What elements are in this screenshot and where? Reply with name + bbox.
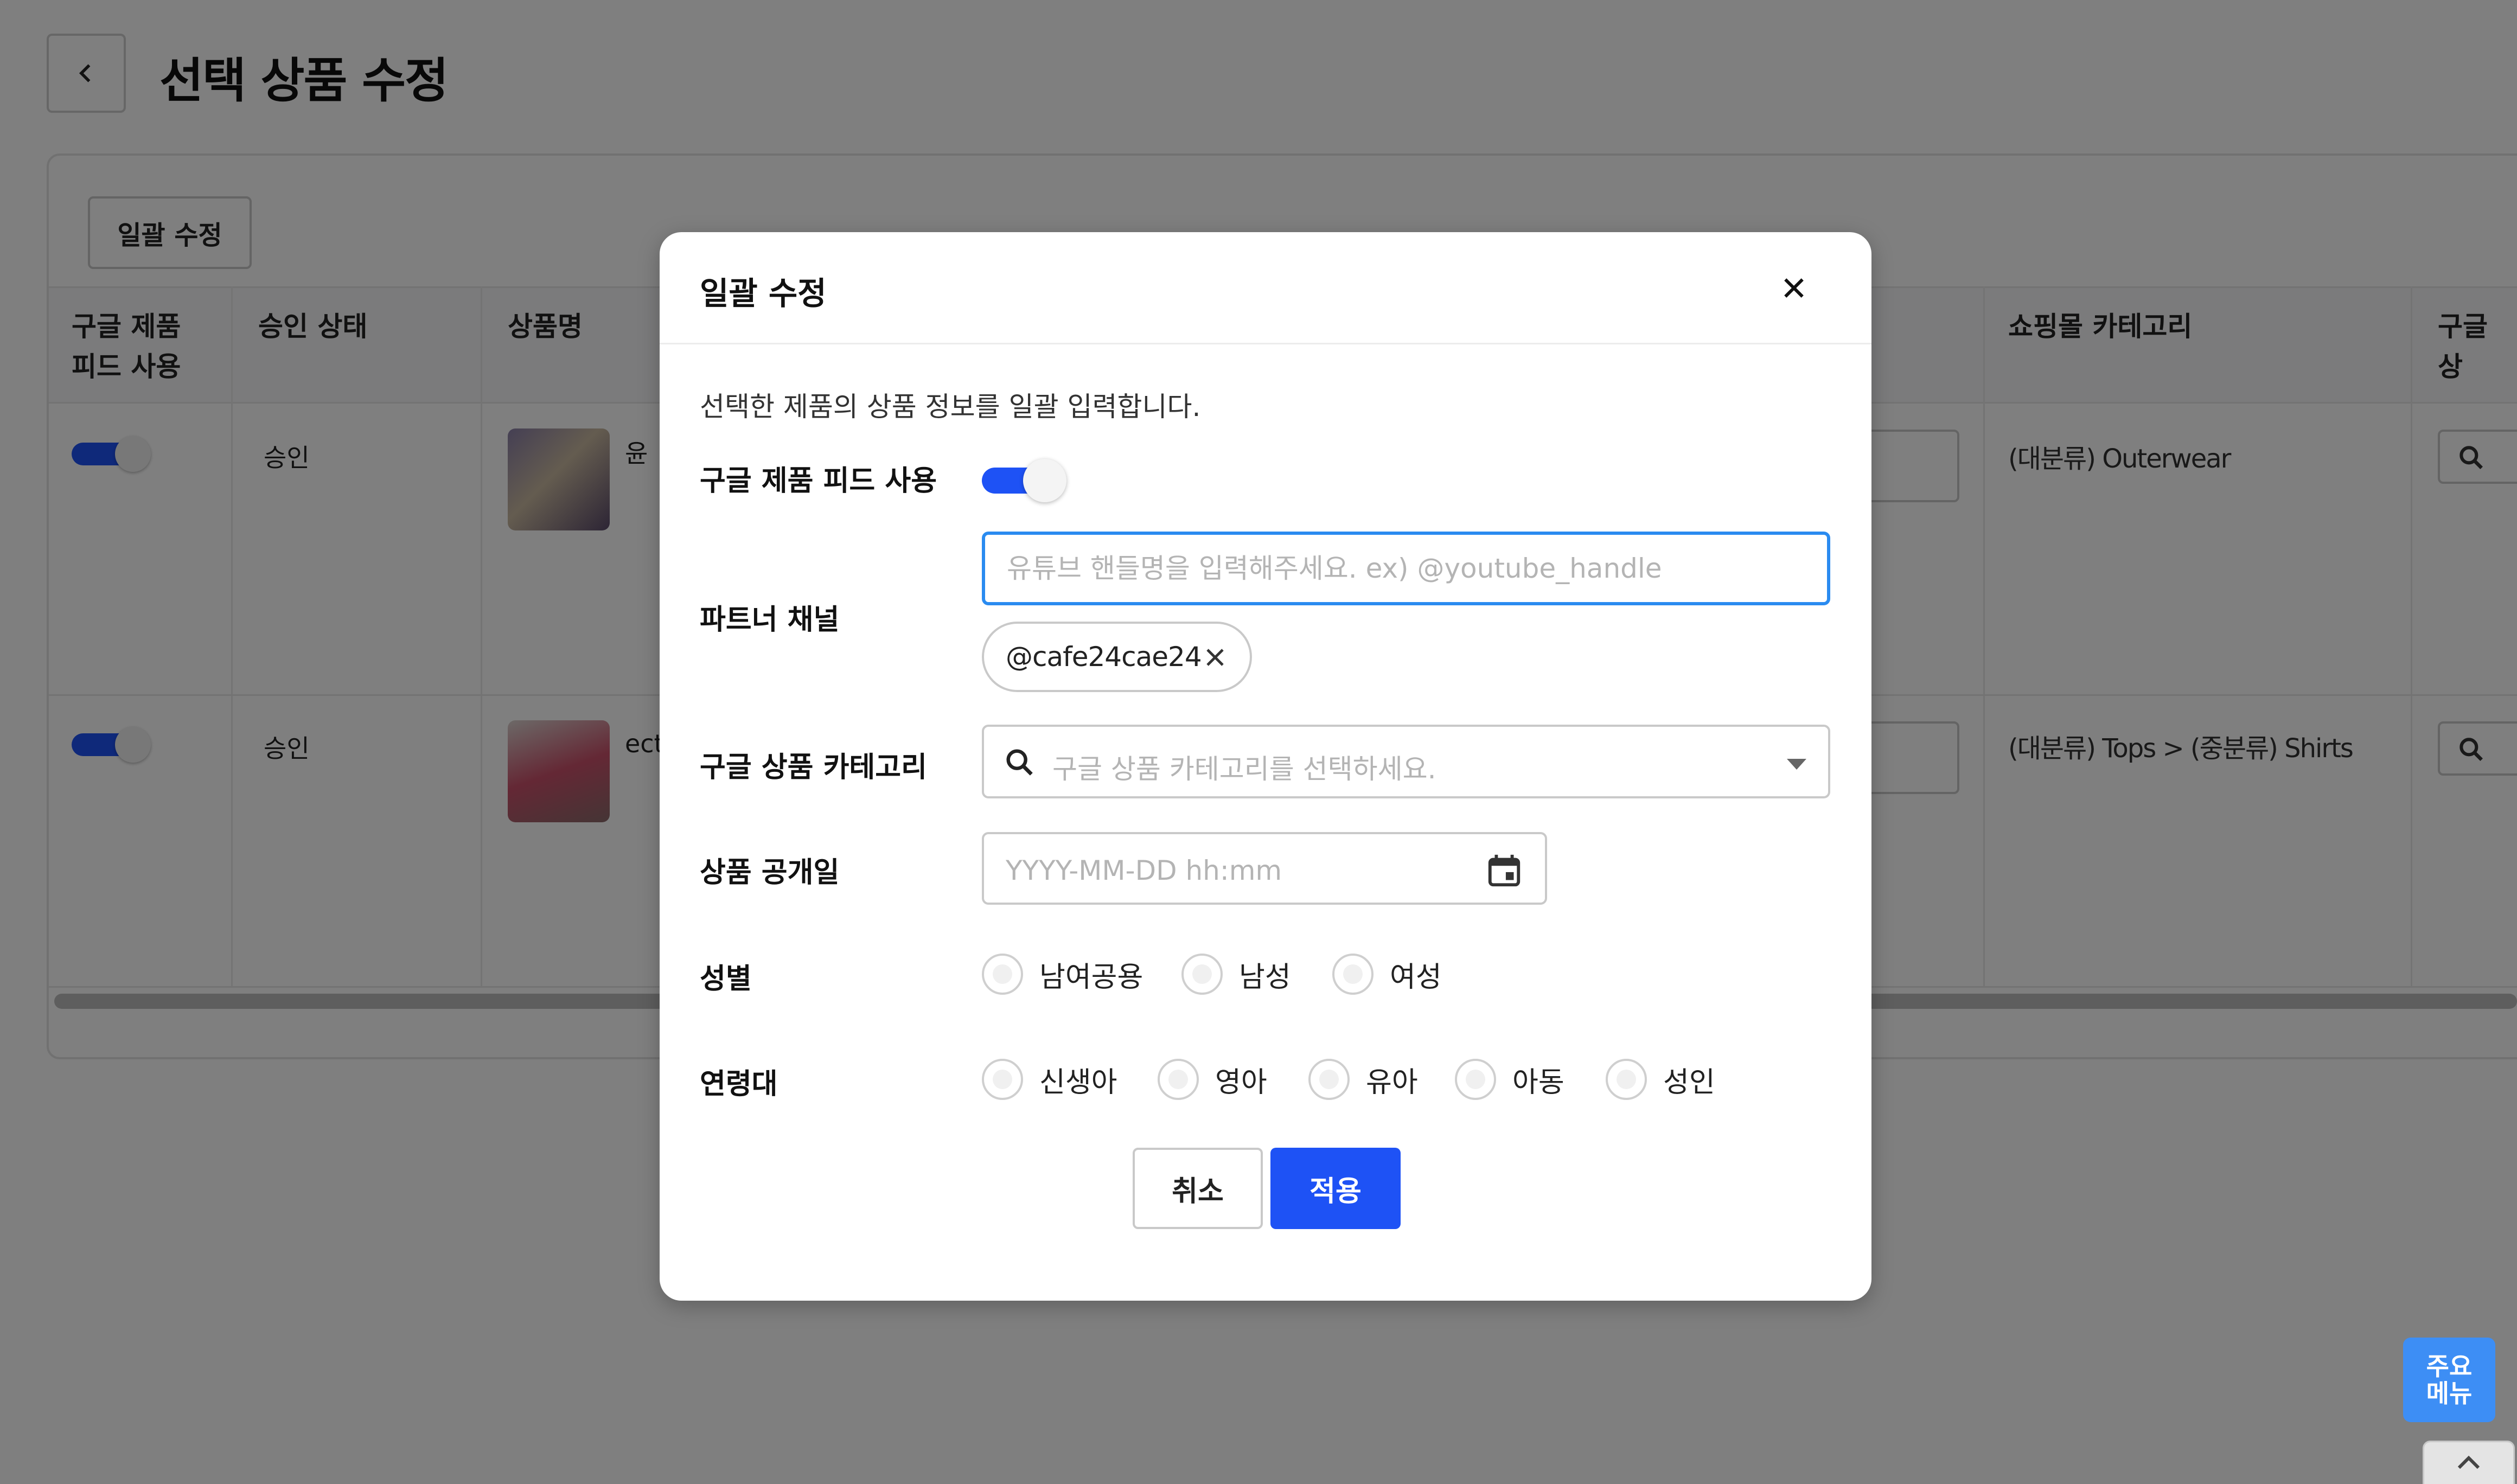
close-icon xyxy=(1206,649,1224,666)
modal-divider xyxy=(660,343,1871,344)
release-date-input[interactable]: YYYY-MM-DD hh:mm xyxy=(982,832,1547,905)
scroll-to-top-button[interactable] xyxy=(2423,1441,2515,1484)
partner-channel-label: 파트너 채널 xyxy=(700,604,840,636)
radio-label: 남성 xyxy=(1239,961,1291,994)
main-menu-button[interactable]: 주요 메뉴 xyxy=(2403,1338,2495,1422)
google-category-select[interactable]: 구글 상품 카테고리를 선택하세요. xyxy=(982,725,1830,798)
google-category-placeholder: 구글 상품 카테고리를 선택하세요. xyxy=(1052,753,1436,785)
age-radio-infant[interactable]: 영아 xyxy=(1158,1058,1267,1101)
modal-description: 선택한 제품의 상품 정보를 일괄 입력합니다. xyxy=(700,391,1201,423)
radio-label: 아동 xyxy=(1512,1066,1564,1099)
radio-label: 성인 xyxy=(1663,1066,1715,1099)
age-radio-toddler[interactable]: 유아 xyxy=(1308,1058,1418,1101)
radio-label: 신생아 xyxy=(1039,1066,1117,1099)
close-button[interactable] xyxy=(1775,269,1813,307)
age-radio-newborn[interactable]: 신생아 xyxy=(982,1058,1117,1101)
gender-label: 성별 xyxy=(700,963,752,995)
gender-radio-female[interactable]: 여성 xyxy=(1332,952,1442,996)
radio-label: 남여공용 xyxy=(1039,961,1143,994)
age-radio-adult[interactable]: 성인 xyxy=(1606,1058,1715,1101)
radio-label: 여성 xyxy=(1390,961,1442,994)
main-menu-label-line1: 주요 xyxy=(2426,1352,2473,1381)
radio-label: 유아 xyxy=(1366,1066,1418,1099)
gender-radio-male[interactable]: 남성 xyxy=(1181,952,1291,996)
radio-label: 영아 xyxy=(1215,1066,1267,1099)
search-icon xyxy=(1006,749,1033,776)
calendar-icon[interactable] xyxy=(1485,852,1523,890)
partner-channel-input[interactable] xyxy=(982,532,1830,605)
close-icon xyxy=(1784,278,1804,298)
age-radio-kids[interactable]: 아동 xyxy=(1455,1058,1564,1101)
partner-channel-chip: @cafe24cae24 xyxy=(982,622,1252,692)
chip-remove-button[interactable] xyxy=(1200,642,1230,673)
modal-title: 일괄 수정 xyxy=(700,275,827,312)
chip-label: @cafe24cae24 xyxy=(1006,641,1202,673)
age-group-label: 연령대 xyxy=(700,1068,778,1101)
apply-button[interactable]: 적용 xyxy=(1270,1148,1401,1229)
feed-use-label: 구글 제품 피드 사용 xyxy=(700,465,937,497)
cancel-button[interactable]: 취소 xyxy=(1133,1148,1263,1229)
bulk-edit-modal: 일괄 수정 선택한 제품의 상품 정보를 일괄 입력합니다. 구글 제품 피드 … xyxy=(660,232,1871,1301)
release-date-label: 상품 공개일 xyxy=(700,856,840,889)
feed-use-toggle[interactable] xyxy=(982,458,1069,502)
main-menu-label-line2: 메뉴 xyxy=(2426,1379,2473,1408)
chevron-down-icon xyxy=(1787,759,1806,770)
chevron-up-icon xyxy=(2457,1455,2480,1469)
google-category-label: 구글 상품 카테고리 xyxy=(700,751,927,784)
release-date-placeholder: YYYY-MM-DD hh:mm xyxy=(1006,855,1282,886)
gender-radio-unisex[interactable]: 남여공용 xyxy=(982,952,1143,996)
